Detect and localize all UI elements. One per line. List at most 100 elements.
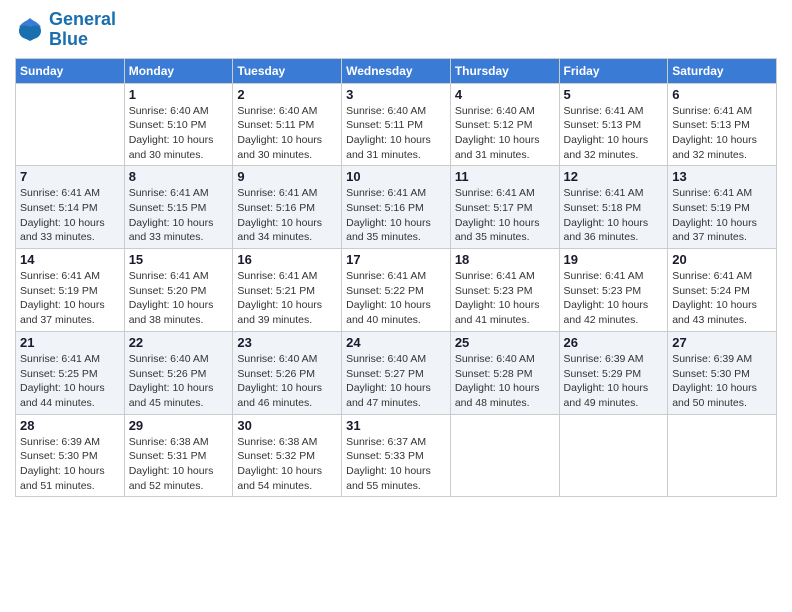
day-info: Sunrise: 6:40 AMSunset: 5:26 PMDaylight:… bbox=[237, 352, 337, 411]
day-of-week-header: Wednesday bbox=[342, 58, 451, 83]
day-number: 15 bbox=[129, 252, 229, 267]
day-info: Sunrise: 6:39 AMSunset: 5:30 PMDaylight:… bbox=[672, 352, 772, 411]
day-number: 25 bbox=[455, 335, 555, 350]
day-number: 21 bbox=[20, 335, 120, 350]
calendar-cell: 20 Sunrise: 6:41 AMSunset: 5:24 PMDayligh… bbox=[668, 249, 777, 332]
day-number: 26 bbox=[564, 335, 664, 350]
day-info: Sunrise: 6:41 AMSunset: 5:24 PMDaylight:… bbox=[672, 269, 772, 328]
day-number: 18 bbox=[455, 252, 555, 267]
day-info: Sunrise: 6:41 AMSunset: 5:14 PMDaylight:… bbox=[20, 186, 120, 245]
calendar-cell: 25 Sunrise: 6:40 AMSunset: 5:28 PMDayligh… bbox=[450, 331, 559, 414]
day-of-week-header: Friday bbox=[559, 58, 668, 83]
day-info: Sunrise: 6:40 AMSunset: 5:11 PMDaylight:… bbox=[237, 104, 337, 163]
calendar-week-row: 7 Sunrise: 6:41 AMSunset: 5:14 PMDaylight… bbox=[16, 166, 777, 249]
day-number: 11 bbox=[455, 169, 555, 184]
calendar-week-row: 28 Sunrise: 6:39 AMSunset: 5:30 PMDayligh… bbox=[16, 414, 777, 497]
calendar-cell bbox=[559, 414, 668, 497]
calendar-cell: 16Sunrise: 6:41 AMSunset: 5:21 PMDayligh… bbox=[233, 249, 342, 332]
day-number: 12 bbox=[564, 169, 664, 184]
day-info: Sunrise: 6:40 AMSunset: 5:12 PMDaylight:… bbox=[455, 104, 555, 163]
logo-text-line2: Blue bbox=[49, 30, 116, 50]
calendar-cell: 10Sunrise: 6:41 AMSunset: 5:16 PMDayligh… bbox=[342, 166, 451, 249]
day-number: 2 bbox=[237, 87, 337, 102]
calendar-cell: 27 Sunrise: 6:39 AMSunset: 5:30 PMDayligh… bbox=[668, 331, 777, 414]
calendar-cell: 9Sunrise: 6:41 AMSunset: 5:16 PMDaylight… bbox=[233, 166, 342, 249]
day-info: Sunrise: 6:41 AMSunset: 5:19 PMDaylight:… bbox=[20, 269, 120, 328]
calendar-cell: 31 Sunrise: 6:37 AMSunset: 5:33 PMDayligh… bbox=[342, 414, 451, 497]
calendar-cell: 30 Sunrise: 6:38 AMSunset: 5:32 PMDayligh… bbox=[233, 414, 342, 497]
day-number: 31 bbox=[346, 418, 446, 433]
day-of-week-header: Tuesday bbox=[233, 58, 342, 83]
calendar-cell: 26 Sunrise: 6:39 AMSunset: 5:29 PMDayligh… bbox=[559, 331, 668, 414]
page: General Blue SundayMondayTuesdayWednesda… bbox=[0, 0, 792, 612]
day-info: Sunrise: 6:38 AMSunset: 5:32 PMDaylight:… bbox=[237, 435, 337, 494]
calendar-cell: 18 Sunrise: 6:41 AMSunset: 5:23 PMDayligh… bbox=[450, 249, 559, 332]
day-info: Sunrise: 6:39 AMSunset: 5:30 PMDaylight:… bbox=[20, 435, 120, 494]
calendar-cell: 21 Sunrise: 6:41 AMSunset: 5:25 PMDayligh… bbox=[16, 331, 125, 414]
day-info: Sunrise: 6:37 AMSunset: 5:33 PMDaylight:… bbox=[346, 435, 446, 494]
calendar-cell: 29Sunrise: 6:38 AMSunset: 5:31 PMDayligh… bbox=[124, 414, 233, 497]
days-header-row: SundayMondayTuesdayWednesdayThursdayFrid… bbox=[16, 58, 777, 83]
day-number: 5 bbox=[564, 87, 664, 102]
calendar-cell: 1Sunrise: 6:40 AMSunset: 5:10 PMDaylight… bbox=[124, 83, 233, 166]
calendar-cell: 4 Sunrise: 6:40 AMSunset: 5:12 PMDaylight… bbox=[450, 83, 559, 166]
logo-icon bbox=[15, 15, 45, 45]
day-number: 19 bbox=[564, 252, 664, 267]
day-info: Sunrise: 6:41 AMSunset: 5:25 PMDaylight:… bbox=[20, 352, 120, 411]
calendar-cell: 11Sunrise: 6:41 AMSunset: 5:17 PMDayligh… bbox=[450, 166, 559, 249]
day-number: 17 bbox=[346, 252, 446, 267]
day-number: 28 bbox=[20, 418, 120, 433]
calendar-cell: 8 Sunrise: 6:41 AMSunset: 5:15 PMDaylight… bbox=[124, 166, 233, 249]
day-number: 27 bbox=[672, 335, 772, 350]
calendar-cell: 24 Sunrise: 6:40 AMSunset: 5:27 PMDayligh… bbox=[342, 331, 451, 414]
calendar-cell bbox=[668, 414, 777, 497]
calendar-cell: 15Sunrise: 6:41 AMSunset: 5:20 PMDayligh… bbox=[124, 249, 233, 332]
day-number: 1 bbox=[129, 87, 229, 102]
day-number: 9 bbox=[237, 169, 337, 184]
day-info: Sunrise: 6:41 AMSunset: 5:23 PMDaylight:… bbox=[455, 269, 555, 328]
calendar-cell: 22 Sunrise: 6:40 AMSunset: 5:26 PMDayligh… bbox=[124, 331, 233, 414]
calendar-cell: 23 Sunrise: 6:40 AMSunset: 5:26 PMDayligh… bbox=[233, 331, 342, 414]
day-info: Sunrise: 6:41 AMSunset: 5:18 PMDaylight:… bbox=[564, 186, 664, 245]
calendar-week-row: 21 Sunrise: 6:41 AMSunset: 5:25 PMDayligh… bbox=[16, 331, 777, 414]
calendar-cell: 3Sunrise: 6:40 AMSunset: 5:11 PMDaylight… bbox=[342, 83, 451, 166]
day-info: Sunrise: 6:41 AMSunset: 5:16 PMDaylight:… bbox=[346, 186, 446, 245]
day-number: 24 bbox=[346, 335, 446, 350]
calendar-cell: 28 Sunrise: 6:39 AMSunset: 5:30 PMDayligh… bbox=[16, 414, 125, 497]
day-of-week-header: Saturday bbox=[668, 58, 777, 83]
day-number: 23 bbox=[237, 335, 337, 350]
day-number: 30 bbox=[237, 418, 337, 433]
calendar-cell: 13 Sunrise: 6:41 AMSunset: 5:19 PMDayligh… bbox=[668, 166, 777, 249]
day-number: 29 bbox=[129, 418, 229, 433]
day-number: 8 bbox=[129, 169, 229, 184]
day-of-week-header: Thursday bbox=[450, 58, 559, 83]
day-number: 20 bbox=[672, 252, 772, 267]
calendar-cell bbox=[16, 83, 125, 166]
calendar-cell: 14 Sunrise: 6:41 AMSunset: 5:19 PMDayligh… bbox=[16, 249, 125, 332]
calendar-week-row: 14 Sunrise: 6:41 AMSunset: 5:19 PMDayligh… bbox=[16, 249, 777, 332]
day-number: 6 bbox=[672, 87, 772, 102]
day-info: Sunrise: 6:41 AMSunset: 5:22 PMDaylight:… bbox=[346, 269, 446, 328]
day-info: Sunrise: 6:40 AMSunset: 5:27 PMDaylight:… bbox=[346, 352, 446, 411]
logo-text-line1: General bbox=[49, 10, 116, 30]
calendar-week-row: 1Sunrise: 6:40 AMSunset: 5:10 PMDaylight… bbox=[16, 83, 777, 166]
day-info: Sunrise: 6:41 AMSunset: 5:13 PMDaylight:… bbox=[564, 104, 664, 163]
day-info: Sunrise: 6:40 AMSunset: 5:26 PMDaylight:… bbox=[129, 352, 229, 411]
calendar-cell: 2 Sunrise: 6:40 AMSunset: 5:11 PMDaylight… bbox=[233, 83, 342, 166]
day-info: Sunrise: 6:41 AMSunset: 5:23 PMDaylight:… bbox=[564, 269, 664, 328]
day-number: 22 bbox=[129, 335, 229, 350]
day-number: 7 bbox=[20, 169, 120, 184]
day-info: Sunrise: 6:41 AMSunset: 5:21 PMDaylight:… bbox=[237, 269, 337, 328]
calendar-table: SundayMondayTuesdayWednesdayThursdayFrid… bbox=[15, 58, 777, 498]
day-info: Sunrise: 6:40 AMSunset: 5:28 PMDaylight:… bbox=[455, 352, 555, 411]
day-info: Sunrise: 6:41 AMSunset: 5:13 PMDaylight:… bbox=[672, 104, 772, 163]
day-number: 4 bbox=[455, 87, 555, 102]
day-info: Sunrise: 6:39 AMSunset: 5:29 PMDaylight:… bbox=[564, 352, 664, 411]
day-number: 14 bbox=[20, 252, 120, 267]
logo: General Blue bbox=[15, 10, 116, 50]
day-info: Sunrise: 6:40 AMSunset: 5:11 PMDaylight:… bbox=[346, 104, 446, 163]
day-number: 13 bbox=[672, 169, 772, 184]
day-info: Sunrise: 6:41 AMSunset: 5:19 PMDaylight:… bbox=[672, 186, 772, 245]
calendar-cell: 5 Sunrise: 6:41 AMSunset: 5:13 PMDaylight… bbox=[559, 83, 668, 166]
day-info: Sunrise: 6:41 AMSunset: 5:15 PMDaylight:… bbox=[129, 186, 229, 245]
